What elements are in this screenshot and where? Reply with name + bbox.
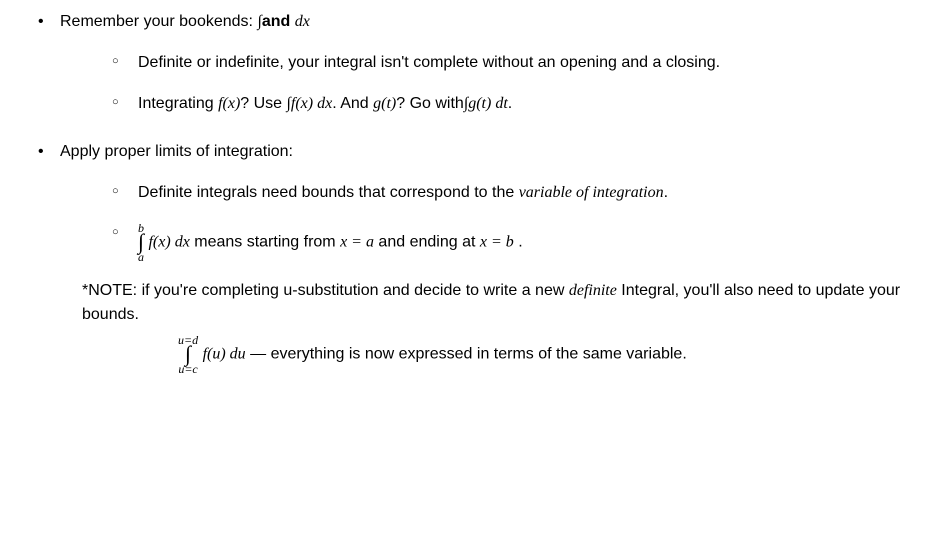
text: . And — [332, 95, 373, 112]
text: ? Use — [240, 95, 286, 112]
dash: — — [246, 346, 271, 363]
math-fx: f(x) — [218, 95, 240, 112]
math-int-fx: ∫f(x) dx — [287, 95, 333, 112]
text: Remember your bookends: — [60, 13, 257, 30]
main-list: Remember your bookends: ∫and dx Definite… — [20, 10, 912, 375]
item-limits: Apply proper limits of integration: Defi… — [38, 140, 912, 375]
text: . — [508, 95, 512, 112]
text: ? Go with — [396, 95, 464, 112]
integral-symbol: ∫ — [138, 233, 144, 252]
text: and ending at — [374, 234, 480, 251]
item-bookends: Remember your bookends: ∫and dx Definite… — [38, 10, 912, 116]
text: . — [514, 234, 523, 251]
dx-text: dx — [295, 13, 310, 30]
math-fudu: f(u) du — [203, 346, 246, 363]
italic-definite: definite — [569, 282, 617, 299]
lower-bound: a — [138, 251, 144, 263]
bold-and: and — [262, 13, 295, 30]
text: Definite or indefinite, your integral is… — [138, 54, 720, 71]
limits-title: Apply proper limits of integration: — [60, 143, 293, 160]
bookends-sublist: Definite or indefinite, your integral is… — [60, 51, 912, 117]
sub-item: b ∫ a f(x) dx means starting from x = a … — [112, 222, 912, 263]
note-text: everything is now expressed in terms of … — [271, 346, 687, 363]
math-fxdx: f(x) dx — [148, 234, 189, 251]
lower-bound: u=c — [178, 363, 197, 375]
text: Definite integrals need bounds that corr… — [138, 184, 519, 201]
math-xa: x = a — [340, 234, 374, 251]
text: . — [664, 184, 668, 201]
note-text: *NOTE: if you're completing u-substituti… — [82, 282, 569, 299]
math-xb: x = b — [480, 234, 514, 251]
limits-sublist: Definite integrals need bounds that corr… — [60, 181, 912, 262]
sub-item: Integrating f(x)? Use ∫f(x) dx. And g(t)… — [112, 92, 912, 117]
bookends-title: Remember your bookends: ∫and dx — [60, 13, 310, 30]
text: means starting from — [190, 234, 340, 251]
math-int-gt: ∫g(t) dt — [464, 95, 508, 112]
text: Integrating — [138, 95, 218, 112]
integral-with-u-bounds: u=d ∫ u=c — [178, 334, 198, 375]
sub-item: Definite integrals need bounds that corr… — [112, 181, 912, 206]
integral-with-bounds: b ∫ a — [138, 222, 144, 263]
sub-item: Definite or indefinite, your integral is… — [112, 51, 912, 76]
note-equation-line: u=d ∫ u=c f(u) du — everything is now ex… — [82, 334, 912, 375]
math-gt: g(t) — [373, 95, 396, 112]
note-block: *NOTE: if you're completing u-substituti… — [60, 279, 912, 375]
italic-var-of-integration: variable of integration — [519, 184, 664, 201]
